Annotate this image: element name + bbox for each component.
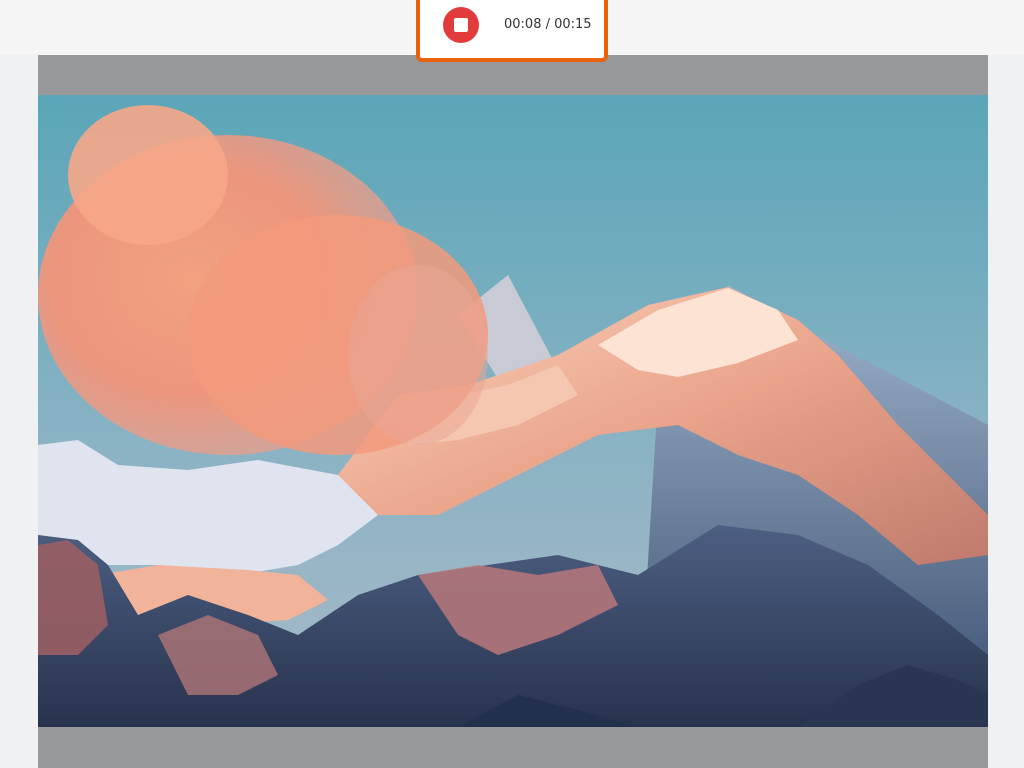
right-margin [988, 55, 1024, 768]
stop-icon [454, 18, 468, 32]
mountain-image [38, 95, 988, 727]
video-stage [38, 55, 988, 768]
stop-recording-button[interactable] [443, 7, 479, 43]
left-margin [0, 55, 38, 768]
recording-timer: 00:08 / 00:15 [504, 17, 592, 32]
recording-control-bar: 00:08 / 00:15 [416, 0, 608, 62]
